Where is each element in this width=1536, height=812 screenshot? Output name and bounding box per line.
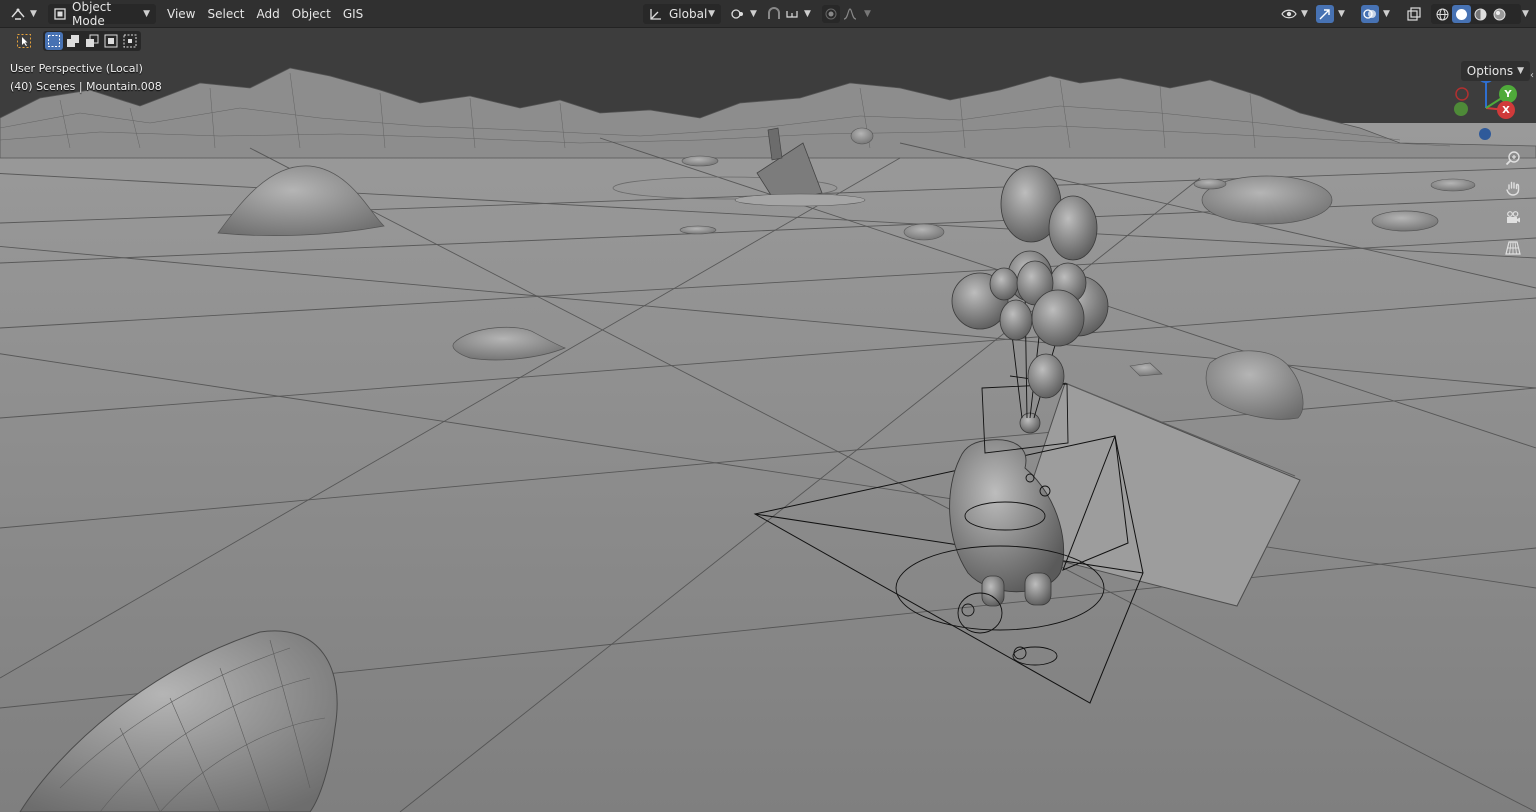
gizmo-icon[interactable] — [1316, 5, 1334, 23]
tool-header: Options ▼ — [0, 29, 1536, 81]
falloff-curve-icon[interactable] — [840, 7, 860, 21]
perspective-toggle-icon[interactable] — [1501, 236, 1525, 260]
proportional-edit-icon[interactable] — [822, 5, 840, 23]
zoom-icon[interactable] — [1501, 146, 1525, 170]
orientation-icon — [649, 7, 663, 21]
scene-render — [0, 28, 1536, 812]
snapping-group: ▼ — [764, 4, 816, 24]
select-invert-icon[interactable] — [101, 32, 120, 50]
chevron-down-icon[interactable]: ▼ — [1383, 9, 1390, 19]
selection-mode-group — [43, 31, 141, 51]
select-cursor-icon — [16, 33, 32, 49]
gizmo-toggle-group: ▼ — [1316, 4, 1356, 24]
chevron-down-icon[interactable]: ▼ — [864, 9, 871, 19]
chevron-down-icon[interactable]: ▼ — [1338, 9, 1345, 19]
select-subtract-icon[interactable] — [82, 32, 101, 50]
material-shading-icon[interactable] — [1471, 5, 1490, 23]
3d-viewport[interactable]: User Perspective (Local) (40) Scenes | M… — [0, 28, 1536, 812]
options-label: Options — [1466, 64, 1514, 78]
chevron-down-icon[interactable]: ▼ — [804, 9, 811, 19]
chevron-down-icon: ▼ — [750, 9, 757, 19]
mode-label: Object Mode — [72, 0, 112, 28]
mode-dropdown[interactable]: Object Mode ▼ — [48, 0, 156, 28]
menu-add[interactable]: Add — [251, 4, 286, 24]
wireframe-shading-icon[interactable] — [1433, 5, 1452, 23]
snap-increment-icon[interactable] — [784, 7, 800, 21]
overlays-toggle-group: ▼ — [1361, 4, 1401, 24]
pivot-icon — [730, 7, 746, 21]
menu-view[interactable]: View — [161, 4, 201, 24]
active-tool-button[interactable] — [14, 31, 34, 51]
overlays-icon[interactable] — [1361, 5, 1379, 23]
chevron-down-icon: ▼ — [143, 9, 150, 19]
snap-toggle-icon[interactable] — [764, 7, 784, 21]
select-intersect-icon[interactable] — [120, 32, 139, 50]
viewport-header: ▼ Object Mode ▼ View Select Add Object G… — [0, 0, 1536, 28]
eye-icon — [1281, 8, 1297, 20]
menu-gis[interactable]: GIS — [337, 4, 369, 24]
perspective-label: User Perspective (Local) — [10, 62, 143, 75]
editor-type-icon — [10, 7, 26, 21]
solid-shading-icon[interactable] — [1452, 5, 1471, 23]
shading-group — [1431, 4, 1521, 24]
select-extend-icon[interactable] — [63, 32, 82, 50]
rendered-shading-icon[interactable] — [1490, 5, 1509, 23]
shading-options-button[interactable]: ▼ — [1522, 4, 1532, 24]
visibility-button[interactable]: ▼ — [1281, 4, 1311, 24]
camera-view-icon[interactable] — [1501, 206, 1525, 230]
chevron-down-icon: ▼ — [708, 9, 715, 19]
gizmo-x-axis[interactable]: X — [1497, 101, 1515, 119]
pan-hand-icon[interactable] — [1501, 176, 1525, 200]
sidebar-toggle-icon[interactable]: ‹ — [1530, 70, 1534, 81]
chevron-down-icon: ▼ — [1522, 9, 1529, 19]
object-mode-icon — [54, 8, 66, 20]
chevron-down-icon: ▼ — [1517, 66, 1524, 76]
header-menu: View Select Add Object GIS — [161, 4, 369, 24]
chevron-down-icon: ▼ — [1301, 9, 1308, 19]
select-new-icon[interactable] — [45, 32, 63, 50]
proportional-editing-group: ▼ — [822, 4, 872, 24]
editor-type-button[interactable]: ▼ — [10, 4, 42, 24]
pivot-point-button[interactable]: ▼ — [730, 4, 760, 24]
chevron-down-icon: ▼ — [30, 9, 37, 19]
options-dropdown[interactable]: Options ▼ — [1460, 61, 1530, 81]
menu-select[interactable]: Select — [201, 4, 250, 24]
transform-orientation-dropdown[interactable]: Global ▼ — [643, 4, 721, 24]
orientation-label: Global — [669, 7, 708, 21]
xray-button[interactable] — [1407, 4, 1425, 24]
scene-info-label: (40) Scenes | Mountain.008 — [10, 80, 162, 93]
xray-icon — [1407, 7, 1421, 21]
menu-object[interactable]: Object — [286, 4, 337, 24]
